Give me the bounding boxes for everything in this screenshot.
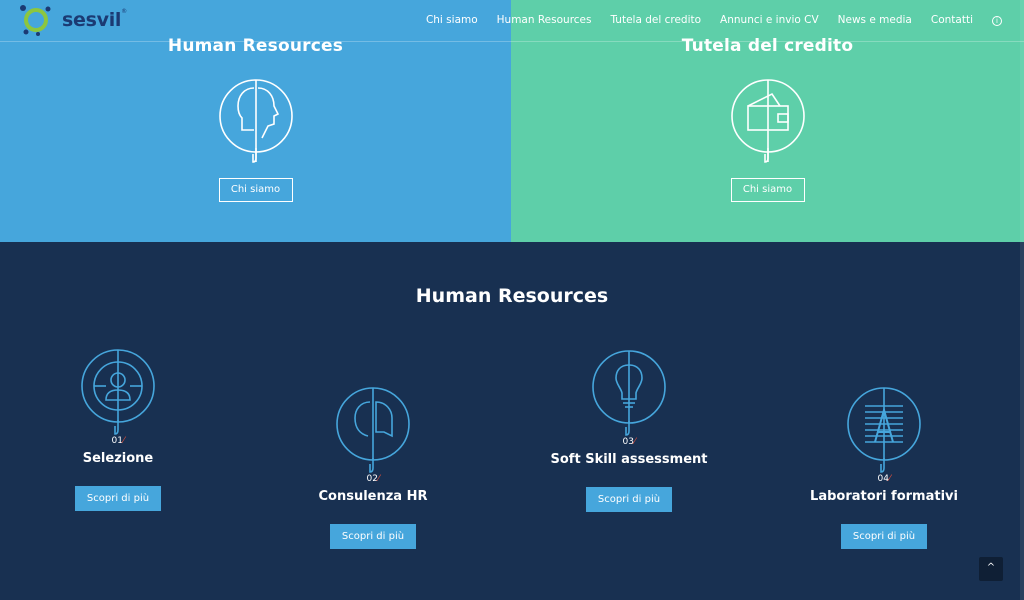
nav-item-chi-siamo[interactable]: Chi siamo (426, 14, 478, 26)
scopri-button[interactable]: Scopri di più (75, 486, 161, 511)
hero-left-button[interactable]: Chi siamo (218, 178, 293, 202)
service-card-soft-skill: 03⁄ Soft Skill assessment Scopri di più (519, 349, 739, 512)
service-card-selezione: 01⁄ Selezione Scopri di più (8, 348, 228, 511)
top-navigation: sesvil ® Chi siamo Human Resources Tutel… (0, 0, 1024, 42)
nav-item-human-resources[interactable]: Human Resources (497, 14, 592, 26)
logo[interactable]: sesvil ® (18, 2, 127, 38)
head-silhouette-icon (218, 79, 293, 163)
service-title: Selezione (82, 451, 154, 466)
service-title: Soft Skill assessment (550, 452, 708, 467)
nav-menu: Chi siamo Human Resources Tutela del cre… (426, 14, 1002, 26)
back-to-top-button[interactable]: ^ (979, 557, 1003, 581)
document-text-icon (847, 387, 921, 473)
hero-right-button[interactable]: Chi siamo (730, 178, 805, 202)
scopri-button[interactable]: Scopri di più (330, 524, 416, 549)
nav-item-annunci-cv[interactable]: Annunci e invio CV (720, 14, 819, 26)
service-number: 01⁄ (111, 436, 125, 446)
service-card-laboratori: 04⁄ Laboratori formativi Scopri di più (774, 386, 994, 549)
nav-item-news-media[interactable]: News e media (838, 14, 912, 26)
scopri-button[interactable]: Scopri di più (586, 487, 672, 512)
service-card-consulenza: 02⁄ Consulenza HR Scopri di più (263, 386, 483, 549)
section-title: Human Resources (415, 285, 609, 307)
logo-mark-icon (20, 5, 51, 36)
wallet-icon (730, 79, 805, 163)
service-title: Laboratori formativi (810, 489, 958, 504)
service-number: 03⁄ (622, 437, 636, 447)
logo-registered-mark: ® (121, 8, 128, 15)
service-number: 02⁄ (366, 474, 380, 484)
service-title: Consulenza HR (318, 489, 428, 504)
lightbulb-icon (592, 350, 666, 436)
nav-item-tutela-credito[interactable]: Tutela del credito (610, 14, 701, 26)
info-icon[interactable]: i (992, 16, 1002, 26)
person-search-icon (81, 349, 155, 435)
nav-item-contatti[interactable]: Contatti (931, 14, 973, 26)
logo-text: sesvil (62, 9, 122, 31)
speech-bubble-icon (336, 387, 410, 473)
scopri-button[interactable]: Scopri di più (841, 524, 927, 549)
service-number: 04⁄ (877, 474, 891, 484)
